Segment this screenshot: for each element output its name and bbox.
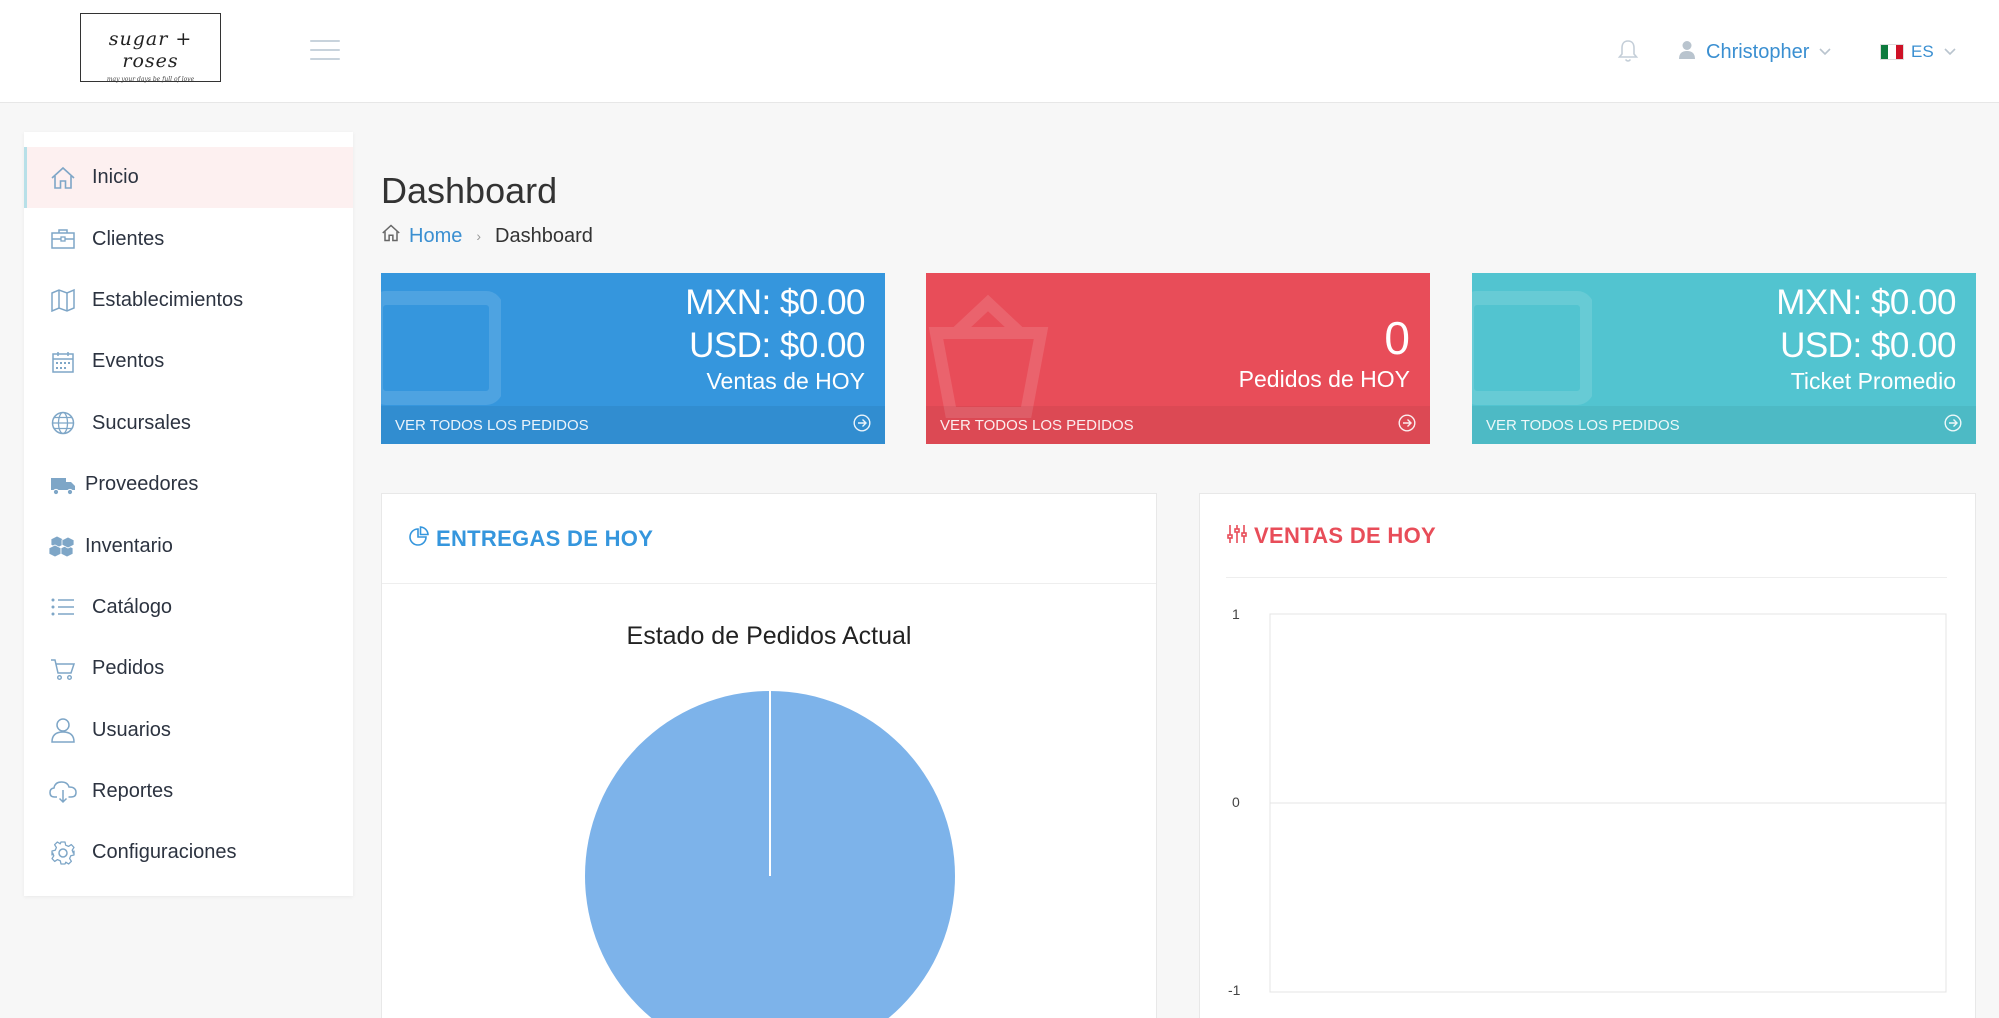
y-tick-label: -1 [1228,982,1241,998]
bell-icon[interactable] [1617,38,1639,64]
sidebar-item-configuraciones[interactable]: Configuraciones [24,822,353,883]
view-all-orders-link[interactable]: VER TODOS LOS PEDIDOS [1472,406,1976,444]
sidebar-item-reportes[interactable]: Reportes [24,761,353,822]
footer-text: VER TODOS LOS PEDIDOS [1486,416,1680,434]
user-name: Christopher [1706,40,1810,63]
sidebar-item-establecimientos[interactable]: Establecimientos [24,270,353,331]
y-tick-label: 1 [1232,606,1240,622]
home-icon [381,224,401,248]
sidebar-item-label: Inicio [92,166,139,189]
sidebar-item-eventos[interactable]: Eventos [24,331,353,392]
stat-usd-value: USD: $0.00 [689,326,865,365]
sidebar-item-label: Proveedores [85,473,199,496]
user-avatar-icon [1678,40,1696,65]
sidebar-nav: Inicio Clientes Establecimientos Eventos… [24,132,353,896]
breadcrumb-home-link[interactable]: Home [409,225,462,248]
language-code: ES [1911,42,1934,61]
sidebar-item-catalogo[interactable]: Catálogo [24,577,353,638]
stat-card-ventas: MXN: $0.00 USD: $0.00 Ventas de HOY VER … [381,273,885,444]
language-selector[interactable]: ES [1880,38,1956,66]
sidebar-item-label: Catálogo [92,595,173,618]
stat-usd-value: USD: $0.00 [1780,326,1956,365]
breadcrumb-current: Dashboard [495,224,593,247]
cubes-icon [48,531,78,561]
calendar-icon [48,347,78,377]
stat-mxn-value: MXN: $0.00 [1776,283,1956,322]
top-header: sugar + roses may your days be full of l… [0,0,1999,103]
plot-area [1269,613,1947,993]
menu-toggle-icon[interactable] [310,40,340,62]
stat-card-pedidos: 0 Pedidos de HOY VER TODOS LOS PEDIDOS [926,273,1430,444]
deliveries-panel: ENTREGAS DE HOY Estado de Pedidos Actual [381,493,1157,1018]
arrow-circle-right-icon [1398,414,1416,436]
breadcrumb-separator: › [476,228,482,244]
pie-chart-icon [408,525,430,552]
home-icon [48,163,78,193]
user-icon [48,715,78,745]
gear-icon [48,838,78,868]
sales-title: VENTAS DE HOY [1254,523,1436,548]
sidebar-item-proveedores[interactable]: Proveedores [24,454,353,515]
stat-label: Ventas de HOY [706,368,865,394]
chevron-down-icon [1819,43,1831,61]
sliders-icon [1226,523,1248,550]
panel-header: ENTREGAS DE HOY [382,494,1156,584]
sidebar-item-pedidos[interactable]: Pedidos [24,638,353,699]
cart-icon [48,654,78,684]
stat-mxn-value: MXN: $0.00 [685,283,865,322]
pie-slice [585,691,955,1018]
stat-card-ticket: MXN: $0.00 USD: $0.00 Ticket Promedio VE… [1472,273,1976,444]
mexico-flag-icon [1880,44,1904,60]
arrow-circle-right-icon [1944,414,1962,436]
page-title: Dashboard [381,170,558,211]
briefcase-icon [48,224,78,254]
sidebar-item-label: Configuraciones [92,841,237,864]
stat-label: Ticket Promedio [1790,368,1956,394]
breadcrumb: Home › Dashboard [381,224,593,248]
footer-text: VER TODOS LOS PEDIDOS [395,416,589,434]
cloud-download-icon [48,777,78,807]
sidebar-item-label: Usuarios [92,718,171,741]
sidebar-item-sucursales[interactable]: Sucursales [24,393,353,454]
sidebar-item-label: Inventario [85,534,173,557]
footer-text: VER TODOS LOS PEDIDOS [940,416,1134,434]
logo-text: sugar + roses [108,28,193,72]
deliveries-title: ENTREGAS DE HOY [436,525,654,551]
truck-icon [48,470,78,500]
sidebar-item-inicio[interactable]: Inicio [24,147,353,209]
sidebar-item-label: Pedidos [92,657,165,680]
stat-label: Pedidos de HOY [1238,366,1410,392]
list-icon [48,592,78,622]
chevron-down-icon [1944,43,1956,61]
brand-logo[interactable]: sugar + roses may your days be full of l… [80,13,221,83]
map-icon [48,285,78,315]
chart-title: Estado de Pedidos Actual [626,622,912,650]
globe-icon [48,408,78,438]
sidebar-item-usuarios[interactable]: Usuarios [24,700,353,761]
sidebar-item-label: Eventos [92,350,165,373]
user-menu[interactable]: Christopher [1678,38,1831,66]
view-all-orders-link[interactable]: VER TODOS LOS PEDIDOS [926,406,1430,444]
sales-panel: VENTAS DE HOY 1 0 -1 [1199,493,1976,1018]
sidebar-item-clientes[interactable]: Clientes [24,208,353,269]
sidebar-item-label: Clientes [92,227,165,250]
basket-icon [926,288,1056,423]
sidebar-item-label: Establecimientos [92,288,244,311]
sidebar-item-inventario[interactable]: Inventario [24,515,353,576]
sidebar-item-label: Reportes [92,780,174,803]
panel-header: VENTAS DE HOY [1200,494,1975,578]
wallet-icon [381,288,503,423]
y-tick-label: 0 [1232,794,1240,810]
view-all-orders-link[interactable]: VER TODOS LOS PEDIDOS [381,406,885,444]
wallet-icon [1472,288,1594,423]
logo-tagline: may your days be full of love [106,76,195,83]
sidebar-item-label: Sucursales [92,411,191,434]
arrow-circle-right-icon [853,414,871,436]
stat-orders-count: 0 [1384,312,1410,364]
